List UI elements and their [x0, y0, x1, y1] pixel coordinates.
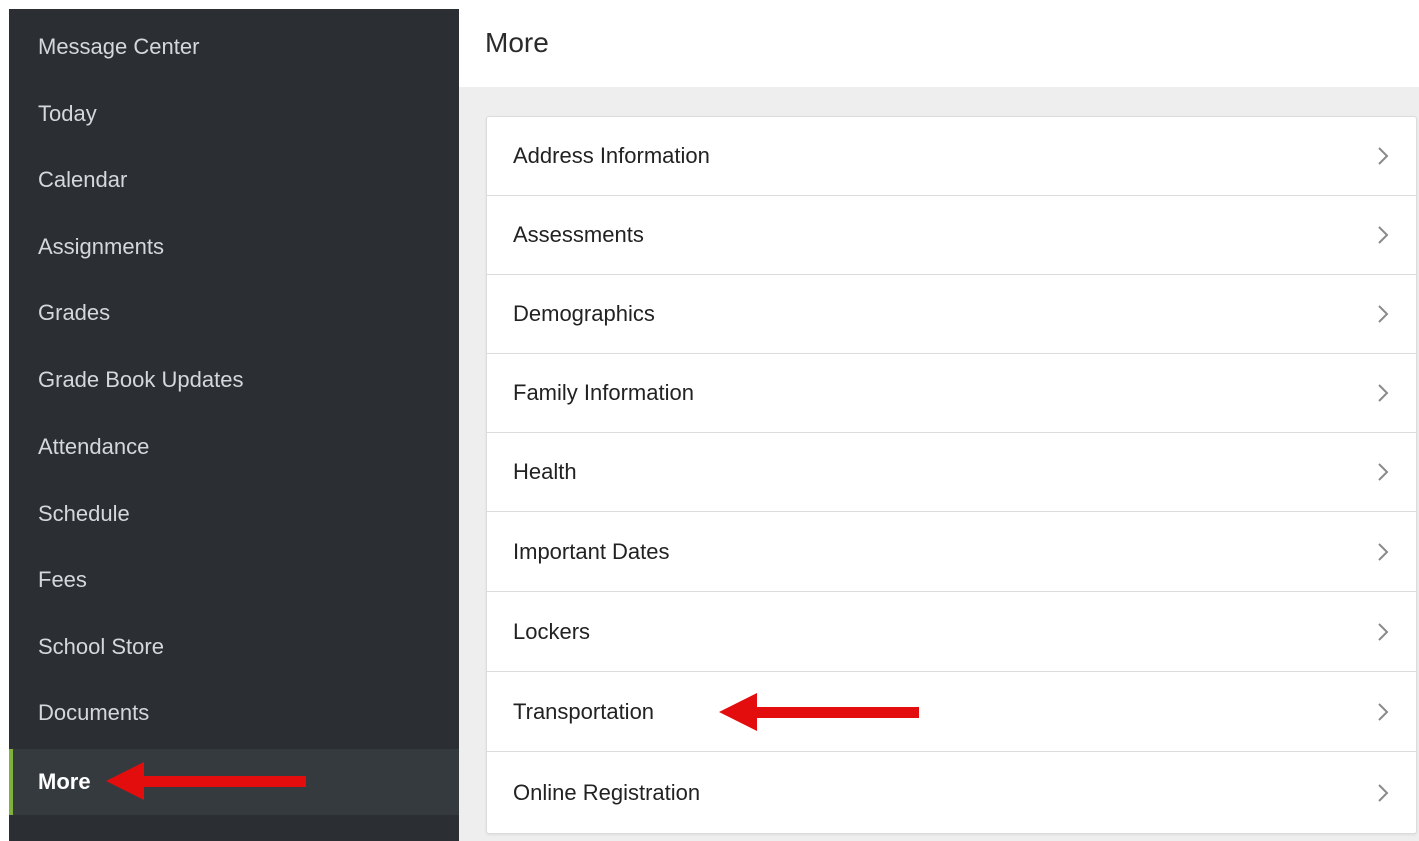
menu-item-label: Lockers: [513, 619, 591, 644]
menu-item-address-information[interactable]: Address Information: [487, 117, 1416, 196]
menu-item-label: Demographics: [513, 301, 655, 326]
chevron-right-icon: [1378, 623, 1389, 641]
menu-item-label: Assessments: [513, 222, 644, 247]
chevron-right-icon: [1378, 147, 1389, 165]
menu-item-online-registration[interactable]: Online Registration: [487, 753, 1416, 832]
chevron-right-icon: [1378, 703, 1389, 721]
sidebar-item-today[interactable]: Today: [9, 81, 459, 147]
menu-item-important-dates[interactable]: Important Dates: [487, 513, 1416, 592]
menu-item-label: Transportation: [513, 699, 655, 724]
page-header: More: [459, 9, 1419, 87]
sidebar-item-calendar[interactable]: Calendar: [9, 147, 459, 213]
page-title: More: [485, 27, 549, 58]
menu-item-health[interactable]: Health: [487, 433, 1416, 512]
more-menu-card: Address Information Assessments Demograp…: [486, 116, 1417, 834]
sidebar-item-grades[interactable]: Grades: [9, 280, 459, 346]
sidebar: Message Center Today Calendar Assignment…: [9, 9, 459, 841]
sidebar-item-message-center[interactable]: Message Center: [9, 14, 459, 80]
sidebar-item-schedule[interactable]: Schedule: [9, 481, 459, 547]
menu-item-label: Important Dates: [513, 539, 670, 564]
chevron-right-icon: [1378, 543, 1389, 561]
menu-item-label: Family Information: [513, 380, 694, 405]
chevron-right-icon: [1378, 226, 1389, 244]
menu-item-label: Health: [513, 459, 577, 484]
menu-item-transportation[interactable]: Transportation: [487, 673, 1416, 752]
menu-item-demographics[interactable]: Demographics: [487, 275, 1416, 354]
menu-item-family-information[interactable]: Family Information: [487, 354, 1416, 433]
sidebar-item-school-store[interactable]: School Store: [9, 614, 459, 680]
menu-item-lockers[interactable]: Lockers: [487, 593, 1416, 672]
sidebar-item-fees[interactable]: Fees: [9, 547, 459, 613]
red-arrow-left-icon: [106, 762, 306, 800]
chevron-right-icon: [1378, 783, 1389, 802]
main-content: More Address Information Assessments Dem…: [459, 9, 1419, 841]
menu-item-label: Online Registration: [513, 779, 701, 805]
red-arrow-left-icon: [719, 693, 919, 731]
chevron-right-icon: [1378, 463, 1389, 481]
menu-item-assessments[interactable]: Assessments: [487, 196, 1416, 275]
chevron-right-icon: [1378, 305, 1389, 323]
sidebar-item-grade-book-updates[interactable]: Grade Book Updates: [9, 347, 459, 413]
sidebar-item-attendance[interactable]: Attendance: [9, 414, 459, 480]
menu-item-label: Address Information: [513, 143, 710, 168]
sidebar-item-assignments[interactable]: Assignments: [9, 214, 459, 280]
sidebar-item-documents[interactable]: Documents: [9, 680, 459, 746]
app-frame: Message Center Today Calendar Assignment…: [9, 9, 1419, 841]
chevron-right-icon: [1378, 384, 1389, 402]
